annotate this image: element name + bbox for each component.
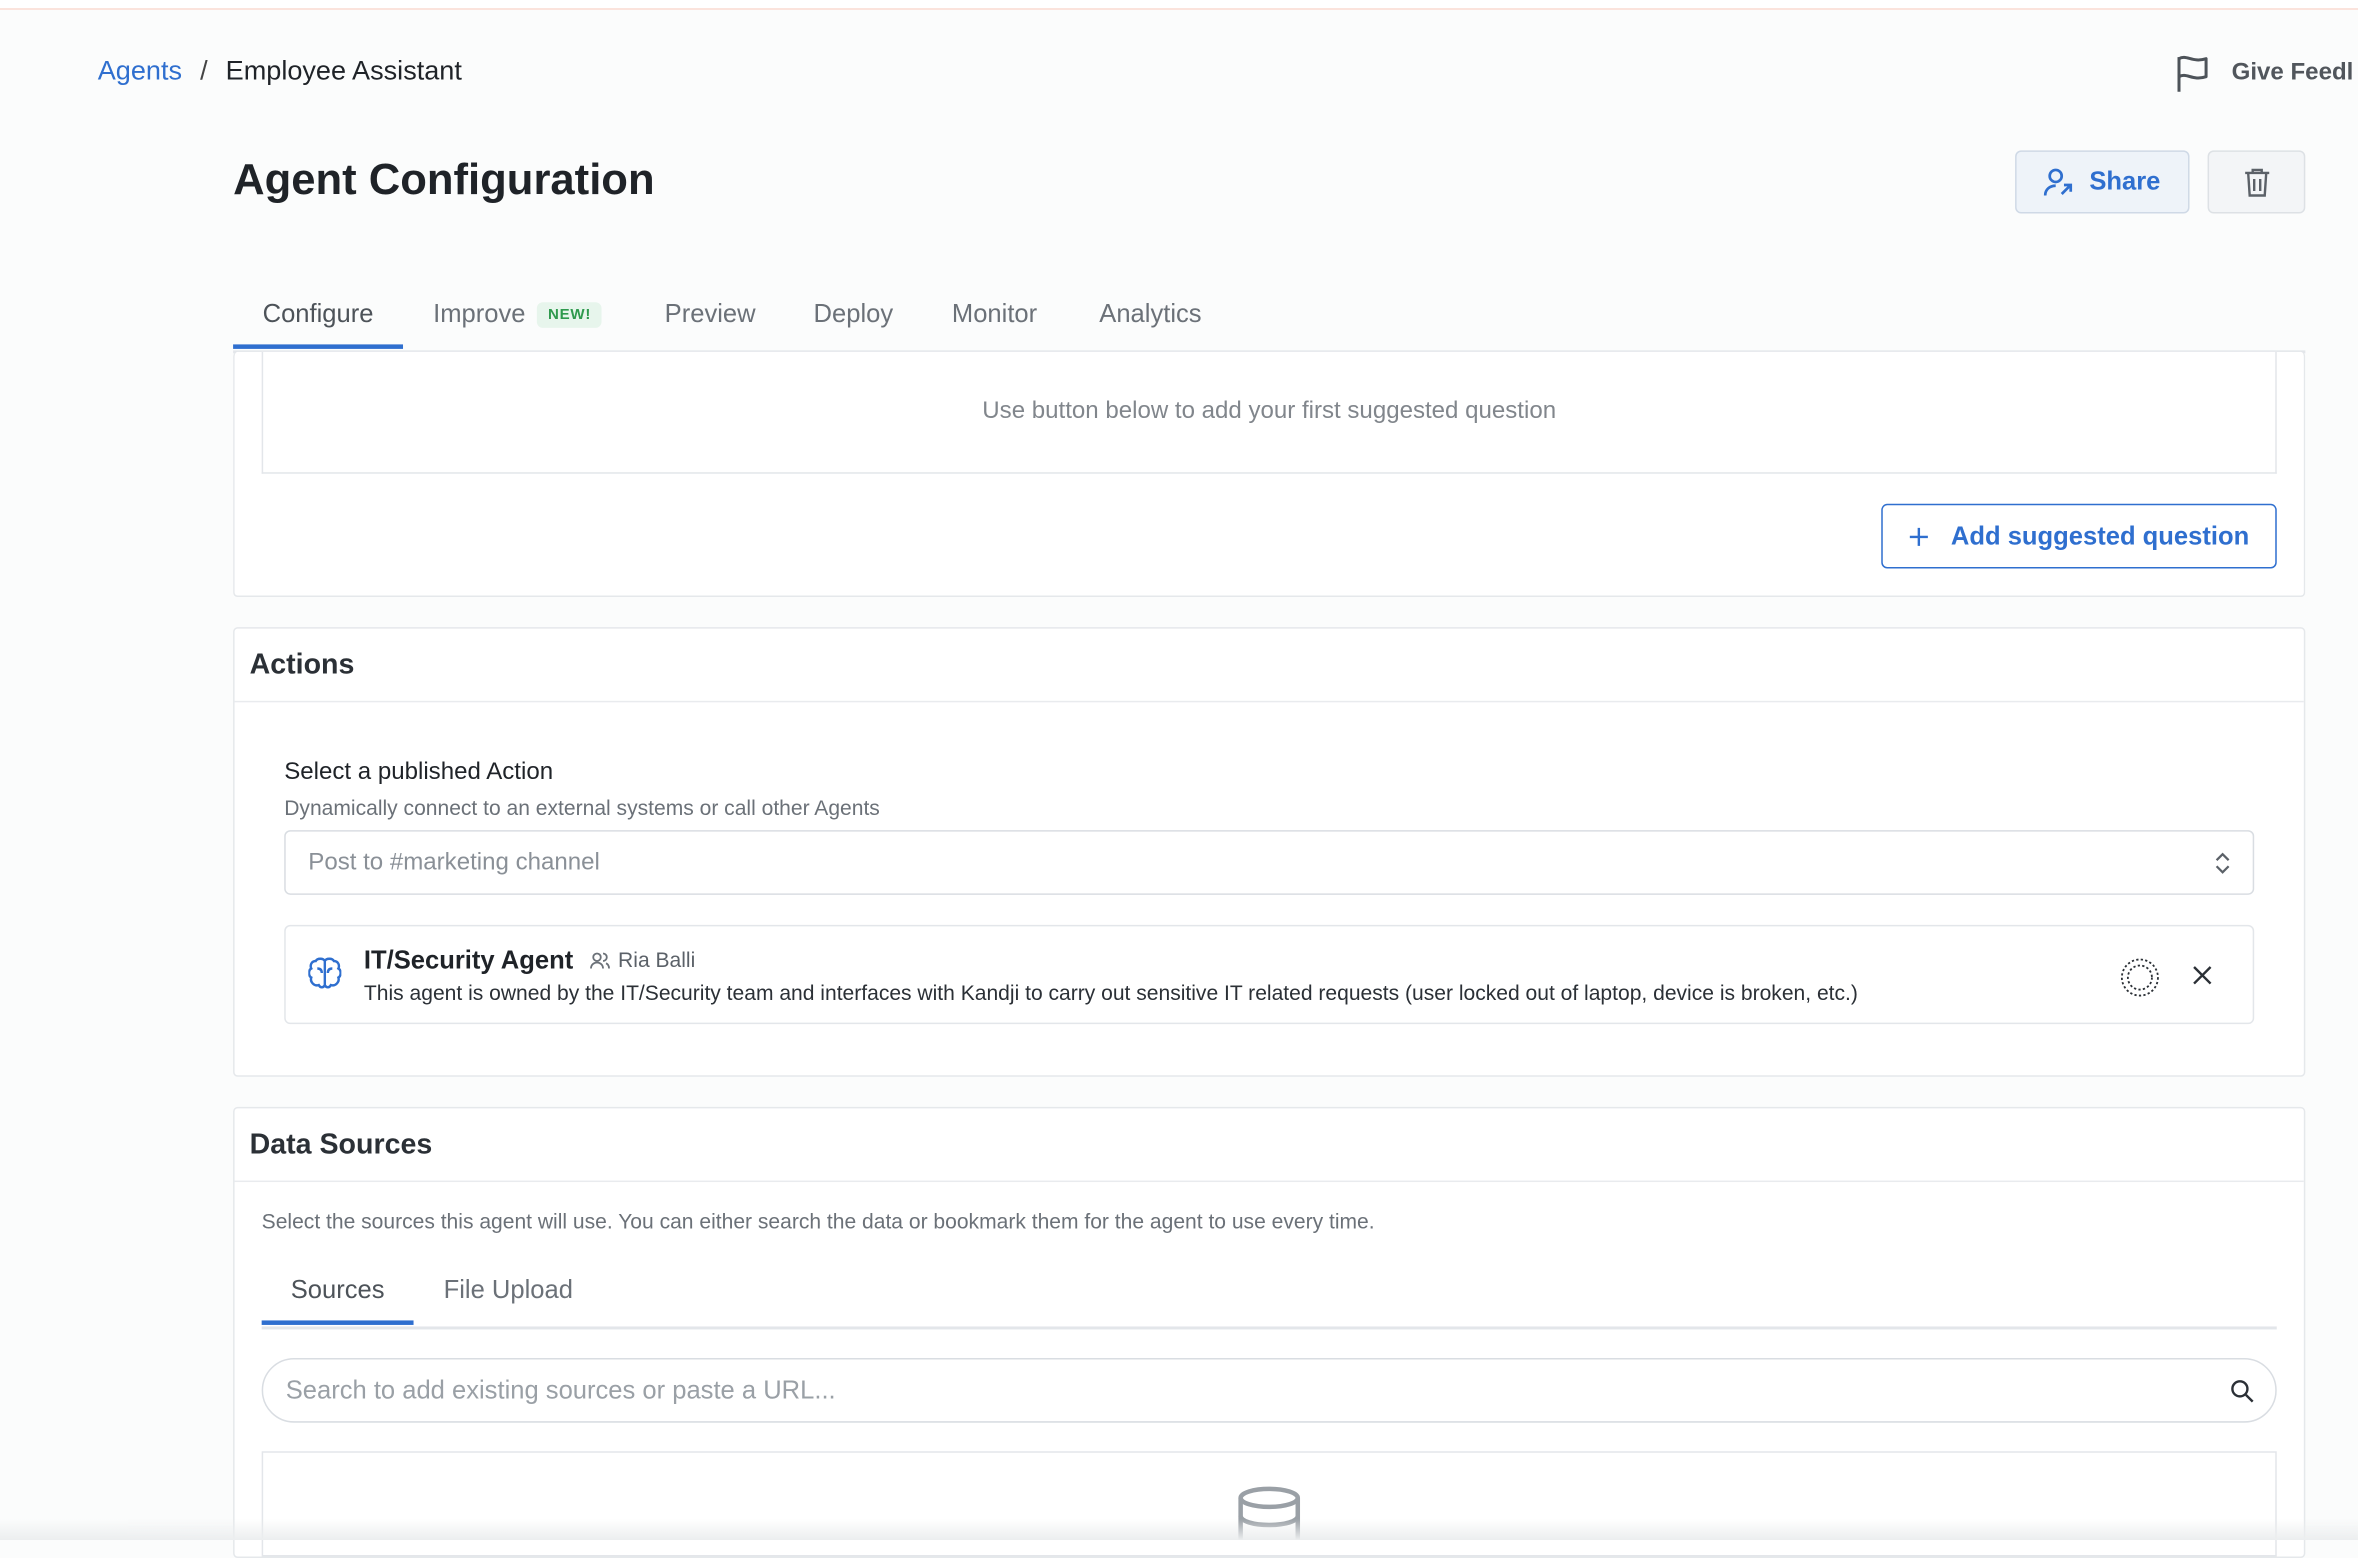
breadcrumb-current: Employee Assistant bbox=[225, 55, 462, 86]
user-share-icon bbox=[2044, 168, 2073, 196]
tab-preview[interactable]: Preview bbox=[665, 278, 756, 350]
tab-analytics[interactable]: Analytics bbox=[1099, 278, 1201, 350]
bottom-fade bbox=[0, 1518, 2358, 1540]
new-badge: NEW! bbox=[537, 301, 602, 328]
action-select[interactable]: Post to #marketing channel bbox=[284, 830, 2255, 895]
tab-improve[interactable]: Improve NEW! bbox=[433, 278, 602, 350]
trash-icon bbox=[2244, 168, 2269, 197]
data-sources-hint: Select the sources this agent will use. … bbox=[261, 1209, 1375, 1234]
action-item-owner: Ria Balli bbox=[618, 947, 696, 972]
chevron-up-down-icon bbox=[2215, 852, 2230, 874]
breadcrumb-agents-link[interactable]: Agents bbox=[98, 56, 182, 88]
tab-monitor[interactable]: Monitor bbox=[952, 278, 1037, 350]
users-icon bbox=[590, 952, 610, 969]
plus-icon bbox=[1910, 527, 1929, 546]
data-sources-header: Data Sources bbox=[234, 1108, 2304, 1183]
flag-icon bbox=[2177, 55, 2208, 92]
page-canvas: Agents / Employee Assistant Give Feedl A… bbox=[0, 0, 2358, 1558]
tab-improve-label: Improve bbox=[433, 299, 526, 328]
tab-file-upload[interactable]: File Upload bbox=[444, 1254, 573, 1326]
action-item-description: This agent is owned by the IT/Security t… bbox=[363, 980, 1858, 1005]
select-action-label: Select a published Action bbox=[284, 759, 554, 786]
tab-monitor-label: Monitor bbox=[951, 299, 1038, 328]
tab-sources[interactable]: Sources bbox=[261, 1254, 414, 1325]
brain-icon bbox=[308, 957, 342, 989]
sources-empty-box bbox=[261, 1451, 2277, 1557]
action-select-placeholder: Post to #marketing channel bbox=[308, 848, 600, 875]
tab-preview-label: Preview bbox=[664, 299, 756, 328]
close-icon[interactable] bbox=[2193, 966, 2213, 986]
config-tabs: Configure Improve NEW! Preview Deploy Mo… bbox=[233, 278, 2306, 354]
suggested-empty-text: Use button below to add your first sugge… bbox=[982, 398, 1557, 425]
data-sources-tabs: Sources File Upload bbox=[261, 1254, 2277, 1330]
add-suggested-question-button[interactable]: Add suggested question bbox=[1881, 503, 2277, 569]
search-icon[interactable] bbox=[2230, 1379, 2254, 1403]
tab-analytics-label: Analytics bbox=[1099, 299, 1202, 328]
actions-title: Actions bbox=[249, 649, 355, 682]
give-feedback-label: Give Feedl bbox=[2231, 60, 2354, 86]
suggested-questions-empty: Use button below to add your first sugge… bbox=[261, 351, 2277, 474]
share-label: Share bbox=[2089, 166, 2161, 196]
settings-dial-icon[interactable] bbox=[2119, 956, 2161, 998]
give-feedback-button[interactable]: Give Feedl bbox=[2174, 54, 2353, 93]
tab-configure[interactable]: Configure bbox=[233, 278, 404, 349]
data-sources-title: Data Sources bbox=[249, 1129, 433, 1162]
action-item-name: IT/Security Agent bbox=[363, 945, 574, 975]
select-action-hint: Dynamically connect to an external syste… bbox=[284, 795, 880, 820]
tab-configure-label: Configure bbox=[262, 298, 374, 328]
tab-sources-label: Sources bbox=[290, 1274, 385, 1304]
sources-search-input[interactable]: Search to add existing sources or paste … bbox=[261, 1358, 2277, 1423]
add-suggested-question-label: Add suggested question bbox=[1950, 521, 2250, 550]
action-item-it-security: IT/Security Agent Ria Balli This agent i… bbox=[284, 924, 2255, 1025]
page-title: Agent Configuration bbox=[233, 156, 655, 205]
breadcrumb-separator: / bbox=[200, 55, 208, 86]
share-button[interactable]: Share bbox=[2015, 150, 2190, 214]
actions-header: Actions bbox=[234, 629, 2304, 703]
tab-deploy[interactable]: Deploy bbox=[814, 278, 894, 350]
delete-button[interactable] bbox=[2207, 150, 2306, 214]
sources-search-placeholder: Search to add existing sources or paste … bbox=[285, 1375, 836, 1404]
breadcrumb: Agents / Employee Assistant bbox=[98, 56, 462, 88]
tab-deploy-label: Deploy bbox=[813, 299, 894, 328]
tab-file-upload-label: File Upload bbox=[443, 1275, 573, 1304]
